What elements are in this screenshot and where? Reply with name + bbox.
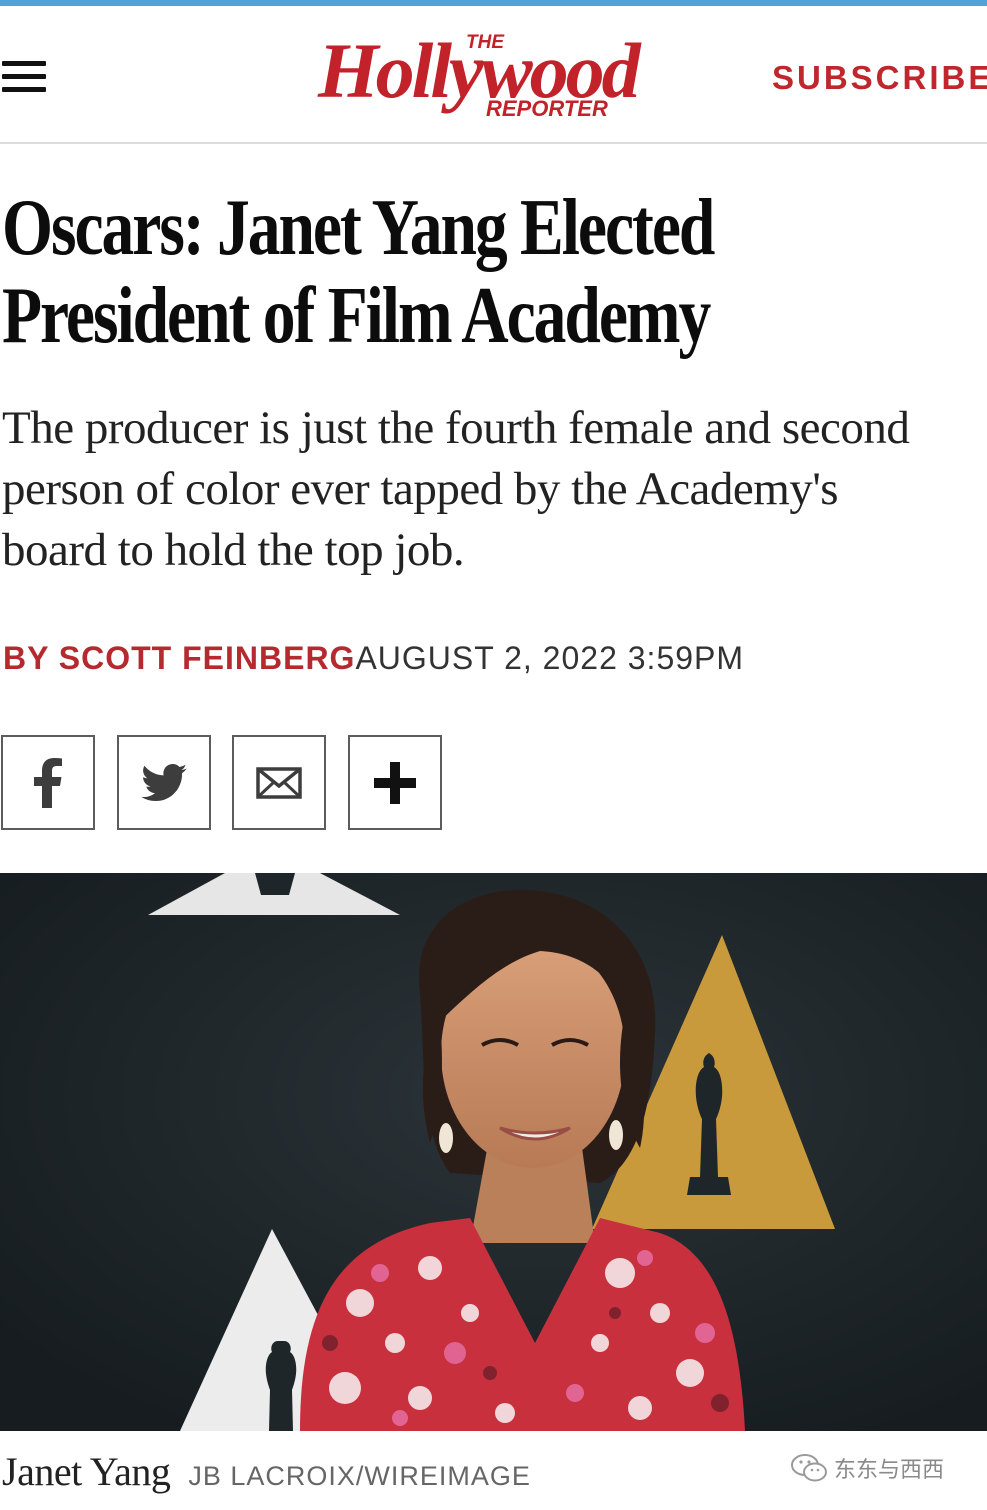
hamburger-menu-icon[interactable] bbox=[2, 61, 48, 95]
headline-line-2: President of Film Academy bbox=[2, 272, 711, 360]
facebook-icon bbox=[34, 757, 62, 808]
plus-icon bbox=[374, 761, 416, 804]
byline-author-link[interactable]: BY SCOTT FEINBERG bbox=[3, 640, 355, 676]
facebook-share-button[interactable] bbox=[1, 735, 95, 830]
wechat-icon bbox=[791, 1454, 827, 1482]
site-header: Hollywood THE REPORTER SUBSCRIBE bbox=[0, 6, 987, 144]
caption-name: Janet Yang bbox=[2, 1449, 171, 1494]
photo-caption: Janet Yang JB LACROIX/WIREIMAGE bbox=[2, 1448, 531, 1495]
twitter-share-button[interactable] bbox=[117, 735, 211, 830]
logo-the: THE bbox=[466, 32, 504, 53]
email-icon bbox=[256, 766, 302, 799]
watermark: 东东与西西 bbox=[790, 1452, 944, 1484]
caption-credit: JB LACROIX/WIREIMAGE bbox=[188, 1461, 531, 1491]
more-share-button[interactable] bbox=[348, 735, 442, 830]
twitter-icon bbox=[141, 763, 187, 801]
headline-line-1: Oscars: Janet Yang Elected bbox=[2, 184, 715, 272]
watermark-text: 东东与西西 bbox=[834, 1458, 945, 1483]
byline-date: AUGUST 2, 2022 3:59PM bbox=[355, 640, 745, 676]
subscribe-button[interactable]: SUBSCRIBE bbox=[772, 59, 987, 97]
byline: BY SCOTT FEINBERGAUGUST 2, 2022 3:59PM bbox=[3, 640, 744, 677]
hero-photo-illustration bbox=[0, 873, 987, 1431]
article-dek: The producer is just the fourth female a… bbox=[2, 402, 910, 576]
site-logo[interactable]: Hollywood THE REPORTER bbox=[318, 28, 678, 128]
email-share-button[interactable] bbox=[232, 735, 326, 830]
logo-reporter: REPORTER bbox=[486, 96, 608, 121]
article-headline: Oscars: Janet Yang Elected President of … bbox=[2, 184, 740, 360]
article-hero-photo[interactable] bbox=[0, 873, 987, 1431]
